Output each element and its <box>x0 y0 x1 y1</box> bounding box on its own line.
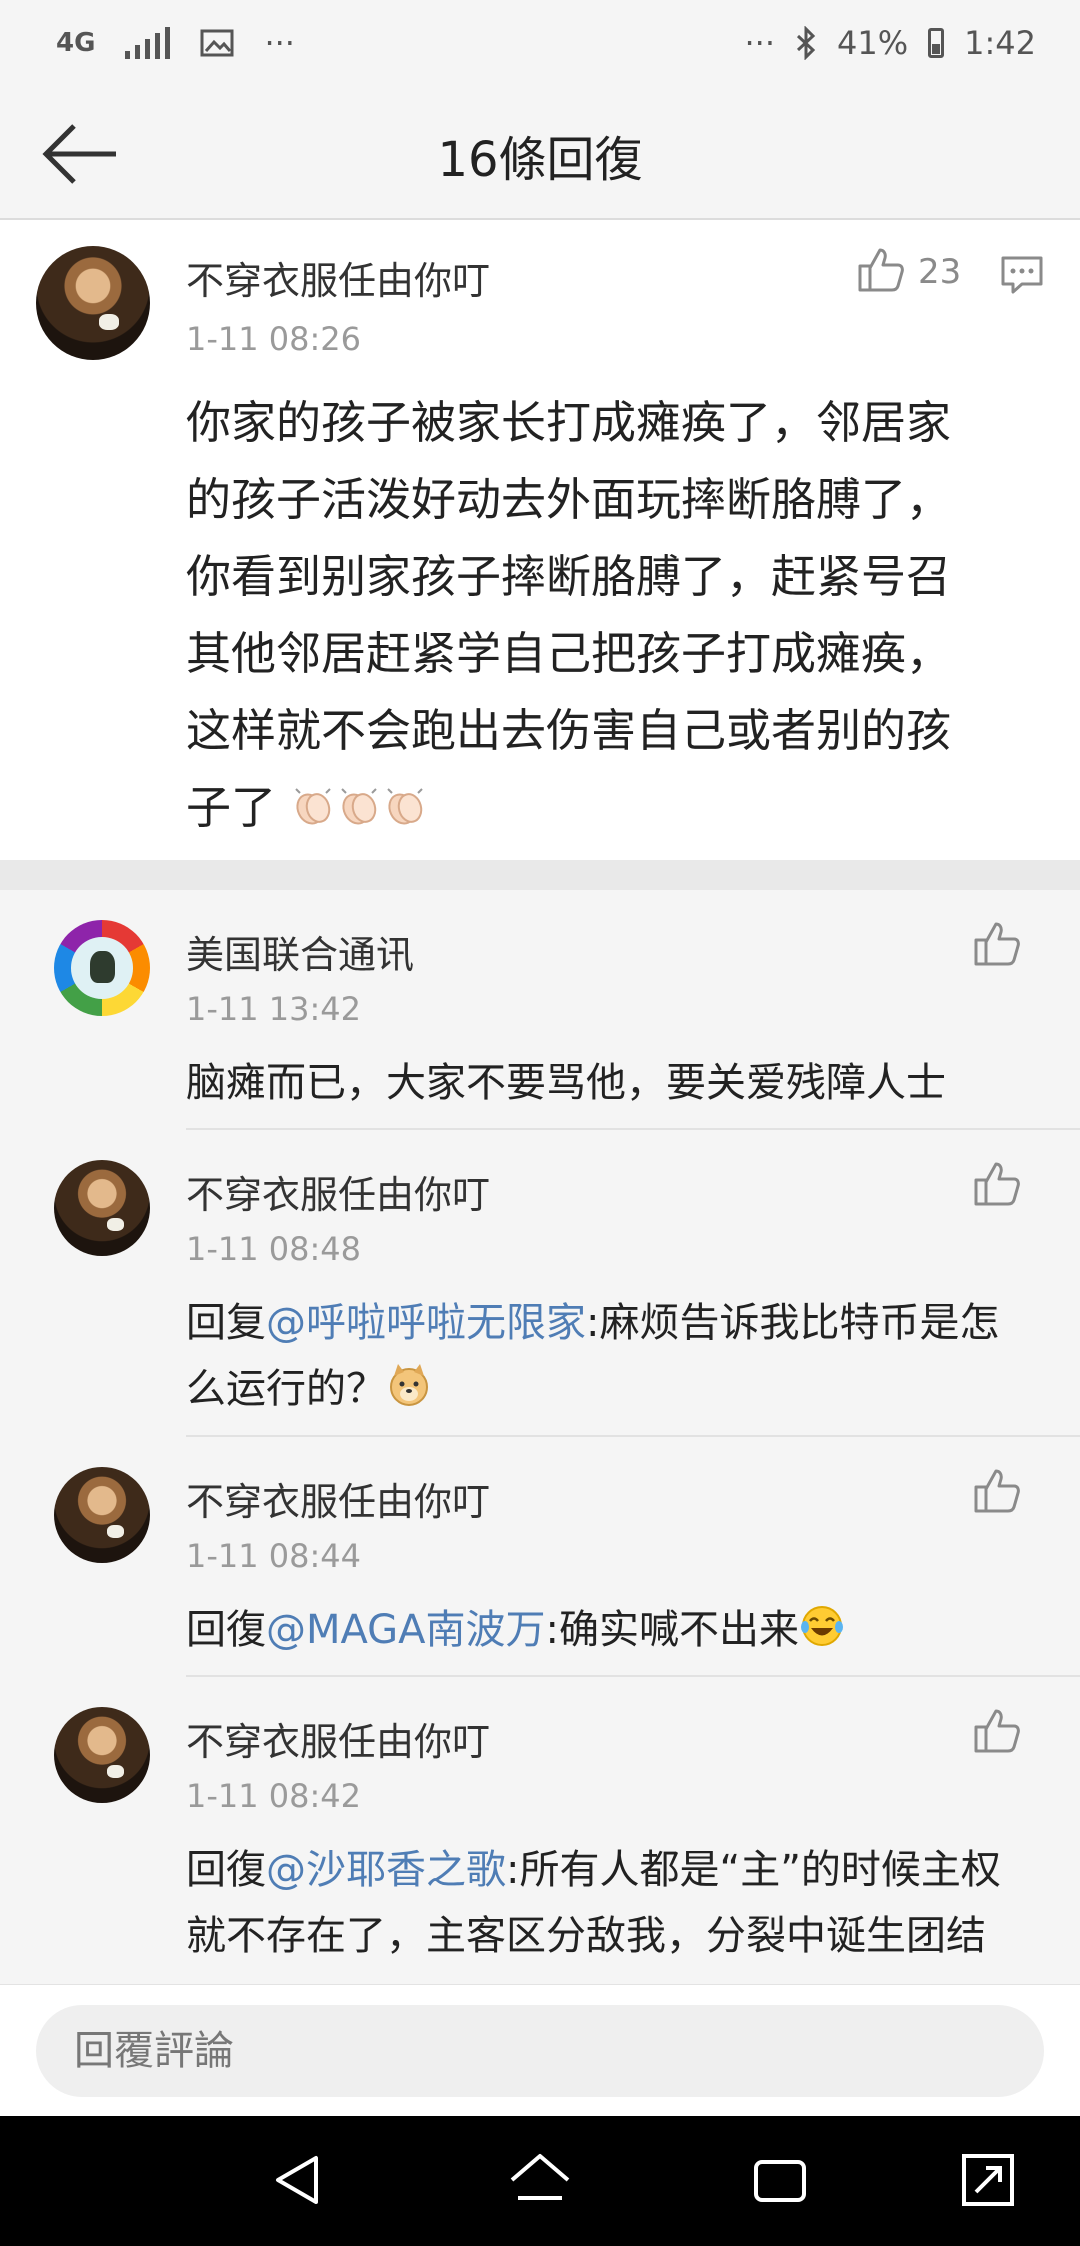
tears-of-joy-emoji <box>801 1606 844 1646</box>
more-notifications: ··· <box>264 24 295 62</box>
avatar[interactable] <box>54 920 150 1016</box>
status-bar: 4G ··· ··· 41% 1:42 <box>0 0 1080 90</box>
reply-author[interactable]: 不穿衣服任由你叮 <box>186 1471 490 1526</box>
reply-text: 脑瘫而已，大家不要骂他，要关爱残障人士 <box>186 1050 1036 1116</box>
reply-time: 1-11 13:42 <box>186 990 362 1028</box>
reply-input-bar: 回覆評論 <box>0 1984 1080 2117</box>
reply-item: 美国联合通讯 1-11 13:42 脑瘫而已，大家不要骂他，要关爱残障人士 <box>0 890 1080 1130</box>
network-label: 4G <box>56 28 96 58</box>
main-comment: 不穿衣服任由你叮 1-11 08:26 23 你家的孩子被家长打成瘫痪了，邻居家… <box>0 220 1080 860</box>
avatar[interactable] <box>54 1160 150 1256</box>
doge-emoji <box>390 1364 428 1406</box>
thumbs-up-icon[interactable] <box>972 1465 1022 1515</box>
reply-author[interactable]: 不穿衣服任由你叮 <box>186 1711 490 1766</box>
comment-line: 的孩子活泼好动去外面玩摔断胳膊了， <box>186 473 952 526</box>
clock: 1:42 <box>964 24 1036 62</box>
reply-mention[interactable]: @呼啦呼啦无限家 <box>266 1300 586 1346</box>
reply-item: 不穿衣服任由你叮 1-11 08:44 回復@MAGA南波万:确实喊不出来 <box>0 1437 1080 1677</box>
comment-body: 你家的孩子被家长打成瘫痪了，邻居家 的孩子活泼好动去外面玩摔断胳膊了， 你看到别… <box>186 384 1066 846</box>
reply-body: 脑瘫而已，大家不要骂他，要关爱残障人士 <box>186 1060 946 1106</box>
battery-percent: 41% <box>837 24 909 62</box>
thumbs-up-icon[interactable] <box>972 1705 1022 1755</box>
top-bar: 16條回復 <box>0 90 1080 220</box>
reply-list: 美国联合通讯 1-11 13:42 脑瘫而已，大家不要骂他，要关爱残障人士 不穿… <box>0 890 1080 1984</box>
clapping-hands-emoji <box>387 788 424 825</box>
home-icon[interactable] <box>504 2144 576 2216</box>
reply-text: 回复@呼啦呼啦无限家:麻烦告诉我比特币是怎么运行的？ <box>186 1290 1036 1422</box>
clapping-hands-emoji <box>341 788 378 825</box>
image-icon <box>200 29 234 57</box>
reply-item: 不穿衣服任由你叮 1-11 08:48 回复@呼啦呼啦无限家:麻烦告诉我比特币是… <box>0 1130 1080 1437</box>
comment-line: 这样就不会跑出去伤害自己或者别的孩 <box>186 704 952 757</box>
expand-icon[interactable] <box>952 2144 1024 2216</box>
reply-time: 1-11 08:48 <box>186 1230 362 1268</box>
battery-icon <box>928 28 945 58</box>
reply-text: 回復@沙耶香之歌:所有人都是“主”的时候主权就不存在了，主客区分敌我，分裂中诞生… <box>186 1837 1036 1969</box>
thumbs-up-icon[interactable] <box>972 918 1022 968</box>
reply-time: 1-11 08:42 <box>186 1777 362 1815</box>
avatar[interactable] <box>54 1467 150 1563</box>
avatar[interactable] <box>36 246 150 360</box>
comment-icon[interactable] <box>1000 254 1044 296</box>
comment-line: 你家的孩子被家长打成瘫痪了，邻居家 <box>186 396 952 449</box>
reply-author[interactable]: 不穿衣服任由你叮 <box>186 1164 490 1219</box>
comment-time: 1-11 08:26 <box>186 320 362 358</box>
reply-text: 回復@MAGA南波万:确实喊不出来 <box>186 1597 1036 1663</box>
avatar[interactable] <box>54 1707 150 1803</box>
comment-line: 子了 <box>186 781 277 834</box>
comment-line-last: 子了 <box>186 769 1066 846</box>
signal-icon <box>125 27 171 59</box>
comment-author[interactable]: 不穿衣服任由你叮 <box>186 250 490 305</box>
like-count: 23 <box>918 252 962 292</box>
reply-body: :确实喊不出来 <box>545 1607 800 1653</box>
section-separator <box>0 860 1080 890</box>
thumbs-up-icon[interactable] <box>972 1158 1022 1208</box>
triangle-back-icon[interactable] <box>264 2144 336 2216</box>
reply-time: 1-11 08:44 <box>186 1537 362 1575</box>
reply-author[interactable]: 美国联合通讯 <box>186 924 414 979</box>
recent-apps-icon[interactable] <box>744 2144 816 2216</box>
comment-line: 你看到别家孩子摔断胳膊了，赶紧号召 <box>186 550 952 603</box>
reply-mention[interactable]: @沙耶香之歌 <box>266 1847 506 1893</box>
thumbs-up-icon[interactable] <box>856 244 906 294</box>
reply-prefix: 回復 <box>186 1847 266 1893</box>
bluetooth-icon <box>796 26 816 60</box>
reply-mention[interactable]: @MAGA南波万 <box>266 1607 546 1653</box>
clapping-hands-emoji <box>295 788 332 825</box>
reply-item: 不穿衣服任由你叮 1-11 08:42 回復@沙耶香之歌:所有人都是“主”的时候… <box>0 1677 1080 1984</box>
more-status: ··· <box>744 24 776 62</box>
reply-input[interactable]: 回覆評論 <box>36 2005 1044 2097</box>
comment-line: 其他邻居赶紧学自己把孩子打成瘫痪， <box>186 627 952 680</box>
page-title: 16條回復 <box>437 132 643 188</box>
system-nav-bar <box>0 2116 1080 2246</box>
reply-prefix: 回复 <box>186 1300 266 1346</box>
reply-prefix: 回復 <box>186 1607 266 1653</box>
